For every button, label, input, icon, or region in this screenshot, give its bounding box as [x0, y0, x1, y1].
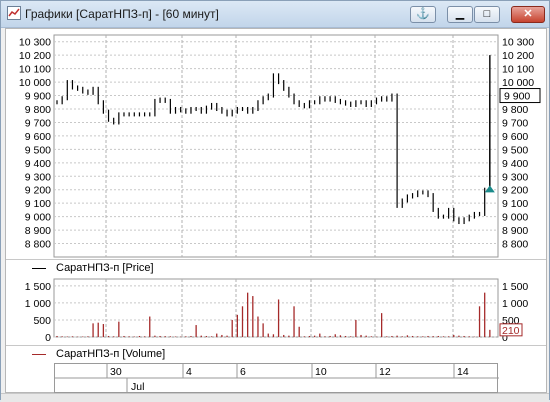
date-label: 6: [240, 366, 246, 378]
volume-legend[interactable]: СаратНПЗ-п [Volume]: [6, 345, 546, 363]
volume-plot-frame: [53, 278, 499, 338]
volume-tick-label-left: 0: [45, 332, 51, 344]
volume-last-value: 210: [502, 325, 520, 337]
chart-window: Графики [СаратНПЗ-п] - [60 минут] ⚓ ▁ □ …: [0, 0, 550, 402]
price-tick-label-right: 10 300: [502, 37, 534, 49]
price-tick-label-left: 10 300: [19, 37, 51, 49]
price-tick-label-left: 9 200: [25, 185, 51, 197]
price-tick-label-right: 10 200: [502, 50, 534, 62]
price-tick-label-left: 8 800: [25, 239, 51, 251]
price-tick-label-right: 9 000: [502, 212, 528, 224]
price-tick-label-left: 9 100: [25, 198, 51, 210]
price-tick-label-left: 9 400: [25, 158, 51, 170]
date-label: 30: [110, 366, 122, 378]
price-tick-label-right: 8 900: [502, 225, 528, 237]
price-tick-label-right: 9 500: [502, 144, 528, 156]
volume-legend-label: СаратНПЗ-п [Volume]: [56, 348, 166, 360]
anchor-icon: ⚓: [416, 8, 430, 20]
price-tick-label-left: 10 200: [19, 50, 51, 62]
price-tick-label-right: 8 800: [502, 239, 528, 251]
volume-legend-swatch: [32, 354, 46, 355]
volume-tick-label-right: 1 500: [502, 281, 528, 293]
month-label: Jul: [131, 381, 144, 393]
maximize-button[interactable]: □: [474, 6, 500, 23]
price-tick-label-left: 10 100: [19, 64, 51, 76]
minimize-icon: ▁: [455, 8, 465, 20]
chart-canvas: 10 300 10 30010 200 10 20010 100 10 10010 0…: [19, 34, 541, 344]
price-tick-label-left: 9 700: [25, 117, 51, 129]
date-axis[interactable]: 30 4 6 10 12 14 Jul: [54, 363, 499, 394]
price-tick-label-right: 9 800: [502, 104, 528, 116]
price-tick-label-left: 9 800: [25, 104, 51, 116]
close-icon: ✕: [523, 8, 533, 20]
chart-area[interactable]: 10 300 10 300 10 200 10 200 10 100 10 100 10 0…: [5, 28, 547, 394]
date-label: 4: [186, 366, 192, 378]
price-tick-label-left: 9 600: [25, 131, 51, 143]
pin-button[interactable]: ⚓: [410, 6, 436, 23]
horizontal-scrollbar[interactable]: [1, 393, 549, 402]
price-tick-label-right: 9 100: [502, 198, 528, 210]
title-bar[interactable]: Графики [СаратНПЗ-п] - [60 минут] ⚓ ▁ □ …: [1, 1, 549, 28]
volume-tick-label-left: 500: [33, 315, 51, 327]
price-tick-label-left: 8 900: [25, 225, 51, 237]
price-tick-label-right: 9 700: [502, 117, 528, 129]
window-title: Графики [СаратНПЗ-п] - [60 минут]: [25, 7, 219, 21]
price-legend[interactable]: СаратНПЗ-п [Price]: [6, 259, 546, 277]
volume-tick-label-right: 1 000: [502, 298, 528, 310]
price-tick-label-left: 9 500: [25, 144, 51, 156]
price-last-value: 9 900: [504, 91, 530, 103]
price-tick-label-left: 10 000: [19, 77, 51, 89]
chart-app-icon: [7, 6, 21, 20]
price-tick-label-left: 9 000: [25, 212, 51, 224]
date-label: 12: [379, 366, 391, 378]
price-tick-label-right: 10 000: [502, 77, 534, 89]
date-axis-canvas: 30 4 6 10 12 14 Jul: [55, 364, 499, 394]
volume-tick-label-left: 1 500: [25, 281, 51, 293]
price-tick-label-right: 10 100: [502, 64, 534, 76]
price-tick-label-right: 9 600: [502, 131, 528, 143]
price-legend-swatch: [32, 268, 46, 269]
close-button[interactable]: ✕: [511, 6, 545, 23]
price-tick-label-left: 9 300: [25, 171, 51, 183]
price-tick-label-left: 9 900: [25, 91, 51, 103]
date-label: 10: [315, 366, 327, 378]
price-tick-label-right: 9 400: [502, 158, 528, 170]
price-tick-label-right: 9 200: [502, 185, 528, 197]
volume-tick-label-left: 1 000: [25, 298, 51, 310]
price-tick-label-right: 9 300: [502, 171, 528, 183]
maximize-icon: □: [483, 8, 491, 20]
date-label: 14: [457, 366, 469, 378]
minimize-button[interactable]: ▁: [447, 6, 473, 23]
price-legend-label: СаратНПЗ-п [Price]: [56, 262, 154, 274]
